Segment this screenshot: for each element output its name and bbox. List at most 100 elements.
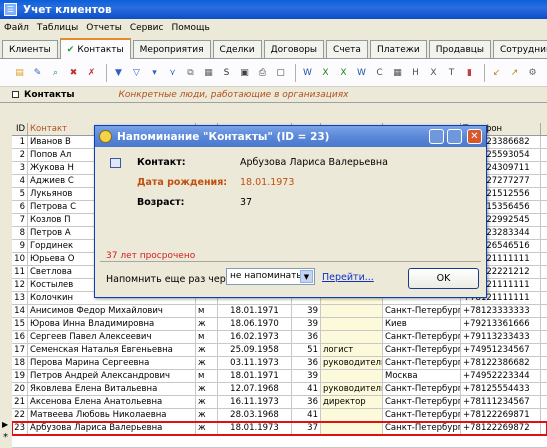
table-row[interactable]: 15 Юрова Инна Владимировна ж 18.06.1970 39 Ки… xyxy=(12,318,547,331)
cell-id[interactable]: 10 xyxy=(12,253,28,265)
search-icon[interactable]: ⌕ xyxy=(48,65,63,80)
cell-dob[interactable]: 18.01.1973 xyxy=(218,422,292,434)
cell-phone[interactable]: +78122386682 xyxy=(461,357,541,369)
cell-phone[interactable]: +78111234567 xyxy=(461,396,541,408)
cell-sex[interactable]: ж xyxy=(196,357,218,369)
tab-contacts[interactable]: ✔ Контакты xyxy=(59,38,131,59)
cell-id[interactable]: 22 xyxy=(12,409,28,421)
cell-position[interactable] xyxy=(321,331,383,343)
cell-city[interactable]: Санкт-Петербург xyxy=(383,357,461,369)
cell-dob[interactable]: 18.01.1971 xyxy=(218,305,292,317)
tab-events[interactable]: Мероприятия xyxy=(132,40,211,58)
cell-age[interactable]: 41 xyxy=(292,383,321,395)
menu-service[interactable]: Сервис xyxy=(130,23,164,33)
cell-contact[interactable]: Юрова Инна Владимировна xyxy=(28,318,196,330)
cell-age[interactable]: 36 xyxy=(292,357,321,369)
edit-icon[interactable]: ✎ xyxy=(30,65,45,80)
txt-icon[interactable]: T xyxy=(444,65,459,80)
cell-city[interactable]: Киев xyxy=(383,318,461,330)
cell-id[interactable]: 7 xyxy=(12,214,28,226)
cell-id[interactable]: 4 xyxy=(12,175,28,187)
new-row[interactable] xyxy=(12,435,547,448)
cell-age[interactable]: 36 xyxy=(292,396,321,408)
import-icon[interactable]: ↙ xyxy=(489,65,504,80)
tab-payments[interactable]: Платежи xyxy=(369,40,427,58)
selected-table-row[interactable]: 23 Арбузова Лариса Валерьевна ж 18.01.1973 3… xyxy=(12,421,547,436)
cell-city[interactable]: Санкт-Петербург xyxy=(383,331,461,343)
cell-position[interactable]: руководитель xyxy=(321,357,383,369)
cell-sex[interactable]: м xyxy=(196,331,218,343)
table-row[interactable]: 18 Перова Марина Сергеевна ж 03.11.1973 36 ру… xyxy=(12,357,547,370)
cell-phone[interactable]: +79213361666 xyxy=(461,318,541,330)
word-icon[interactable]: W xyxy=(300,65,315,80)
cell-dob[interactable]: 12.07.1968 xyxy=(218,383,292,395)
cell-sex[interactable]: ж xyxy=(196,396,218,408)
cell-age[interactable]: 39 xyxy=(292,370,321,382)
cell-sex[interactable]: ж xyxy=(196,422,218,434)
cell-city[interactable]: Санкт-Петербург xyxy=(383,409,461,421)
cell-city[interactable]: Санкт-Петербург xyxy=(383,344,461,356)
cell-id[interactable]: 20 xyxy=(12,383,28,395)
print-icon[interactable]: ▣ xyxy=(237,65,252,80)
cell-id[interactable]: 6 xyxy=(12,201,28,213)
cell-phone[interactable]: +78122269871 xyxy=(461,409,541,421)
cell-id[interactable]: 3 xyxy=(12,162,28,174)
cell-contact[interactable]: Аксенова Елена Анатольевна xyxy=(28,396,196,408)
cell-dob[interactable]: 28.03.1968 xyxy=(218,409,292,421)
tab-deals[interactable]: Сделки xyxy=(212,40,262,58)
cell-contact[interactable]: Сергеев Павел Алексеевич xyxy=(28,331,196,343)
cell-contact[interactable]: Петров Андрей Александрович xyxy=(28,370,196,382)
cell-contact[interactable]: Перова Марина Сергеевна xyxy=(28,357,196,369)
cell-age[interactable]: 39 xyxy=(292,305,321,317)
cell-sex[interactable]: м xyxy=(196,370,218,382)
cell-dob[interactable]: 18.01.1971 xyxy=(218,370,292,382)
table-row[interactable]: 16 Сергеев Павел Алексеевич м 16.02.1973 36 С… xyxy=(12,331,547,344)
table-icon[interactable]: ▦ xyxy=(390,65,405,80)
cell-id[interactable]: 9 xyxy=(12,240,28,252)
cell-city[interactable]: Санкт-Петербург xyxy=(383,422,461,434)
cell-city[interactable]: Санкт-Петербург xyxy=(383,305,461,317)
options-icon[interactable]: ▦ xyxy=(201,65,216,80)
excel2-icon[interactable]: X xyxy=(336,65,351,80)
settings-icon[interactable]: ⚙ xyxy=(525,65,540,80)
cell-age[interactable]: 36 xyxy=(292,331,321,343)
cell-city[interactable]: Санкт-Петербург xyxy=(383,396,461,408)
table-row[interactable]: 20 Яковлева Елена Витальевна ж 12.07.1968 41… xyxy=(12,383,547,396)
tab-employees[interactable]: Сотрудники xyxy=(492,40,547,58)
goto-link[interactable]: Перейти... xyxy=(322,272,374,283)
cell-phone[interactable]: +78122269872 xyxy=(461,422,541,434)
maximize-button[interactable] xyxy=(447,129,462,144)
filter-icon[interactable]: ▼ xyxy=(111,65,126,80)
cell-city[interactable]: Санкт-Петербург xyxy=(383,383,461,395)
cell-phone[interactable]: +74951234567 xyxy=(461,344,541,356)
cell-id[interactable]: 21 xyxy=(12,396,28,408)
filter-clear-icon[interactable]: ▽ xyxy=(129,65,144,80)
table-row[interactable]: 17 Семенская Наталья Евгеньевна ж 25.09.195… xyxy=(12,344,547,357)
cell-sex[interactable]: ж xyxy=(196,318,218,330)
csv-icon[interactable]: C xyxy=(372,65,387,80)
cell-id[interactable]: 12 xyxy=(12,279,28,291)
chevron-down-icon[interactable]: ▼ xyxy=(300,270,313,283)
cell-contact[interactable]: Анисимов Федор Михайлович xyxy=(28,305,196,317)
cell-dob[interactable]: 16.02.1973 xyxy=(218,331,292,343)
table-row[interactable]: 19 Петров Андрей Александрович м 18.01.1971… xyxy=(12,370,547,383)
collapse-icon[interactable] xyxy=(12,91,19,98)
cell-id[interactable]: 2 xyxy=(12,149,28,161)
cell-contact[interactable]: Семенская Наталья Евгеньевна xyxy=(28,344,196,356)
table-row[interactable]: 14 Анисимов Федор Михайлович м 18.01.1971 39… xyxy=(12,305,547,318)
cell-id[interactable]: 1 xyxy=(12,136,28,148)
copy-icon[interactable]: ⧉ xyxy=(183,65,198,80)
html-icon[interactable]: H xyxy=(408,65,423,80)
cell-id[interactable]: 23 xyxy=(12,422,28,434)
cell-position[interactable] xyxy=(321,318,383,330)
cell-phone[interactable]: +74952223344 xyxy=(461,370,541,382)
cell-phone[interactable]: +78123333333 xyxy=(461,305,541,317)
cell-position[interactable] xyxy=(321,422,383,434)
remind-select[interactable]: не напоминать ▼ xyxy=(226,268,315,285)
tab-contracts[interactable]: Договоры xyxy=(263,40,325,58)
delete-icon[interactable]: ✖ xyxy=(66,65,81,80)
cell-contact[interactable]: Матвеева Любовь Николаевна xyxy=(28,409,196,421)
excel-icon[interactable]: X xyxy=(318,65,333,80)
tab-clients[interactable]: Клиенты xyxy=(2,40,58,58)
menu-reports[interactable]: Отчеты xyxy=(86,23,122,33)
